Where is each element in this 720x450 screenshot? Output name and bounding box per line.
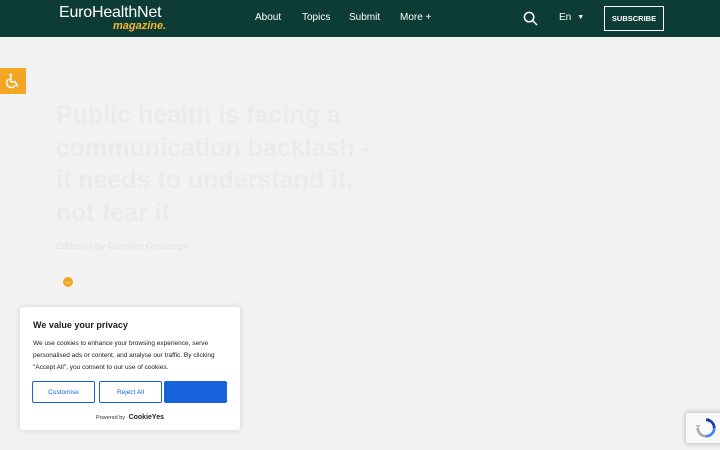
- language-selector[interactable]: En ▼: [559, 12, 584, 23]
- recaptcha-badge[interactable]: [685, 412, 720, 444]
- nav-item-more[interactable]: More +: [400, 12, 431, 23]
- nav-item-about[interactable]: About: [255, 12, 281, 23]
- powered-by: Powered by CookieYes: [20, 414, 240, 421]
- accessibility-icon: [5, 73, 19, 89]
- logo-main-text: EuroHealthNet: [59, 4, 162, 21]
- nav-item-topics[interactable]: Topics: [302, 12, 330, 23]
- site-logo[interactable]: EuroHealthNet magazine.: [59, 4, 166, 32]
- language-label: En: [559, 12, 572, 23]
- recaptcha-icon: [695, 417, 716, 438]
- accept-all-button[interactable]: Accept All: [164, 381, 227, 403]
- accessibility-button[interactable]: [0, 68, 26, 94]
- reject-all-button[interactable]: Reject All: [99, 381, 162, 403]
- powered-by-label: Powered by: [96, 415, 126, 421]
- site-header: EuroHealthNet magazine. About Topics Sub…: [0, 0, 720, 37]
- cookie-consent-banner: We value your privacy We use cookies to …: [20, 307, 240, 430]
- article-byline: Editorial by Caroline Costongs: [56, 241, 188, 251]
- arrow-right-icon[interactable]: →: [63, 277, 73, 287]
- subscribe-button[interactable]: SUBSCRIBE: [604, 6, 664, 31]
- page-title: Public health is facing a communication …: [56, 101, 370, 227]
- caret-down-icon: ▼: [577, 14, 585, 21]
- cookie-description: We use cookies to enhance your browsing …: [33, 340, 215, 371]
- search-icon[interactable]: [523, 11, 538, 26]
- cookieyes-logo[interactable]: CookieYes: [129, 414, 164, 421]
- nav-item-submit[interactable]: Submit: [349, 12, 380, 23]
- cookie-title: We value your privacy: [33, 320, 128, 330]
- logo-sub-text: magazine.: [113, 20, 167, 32]
- customise-button[interactable]: Customise: [32, 381, 95, 403]
